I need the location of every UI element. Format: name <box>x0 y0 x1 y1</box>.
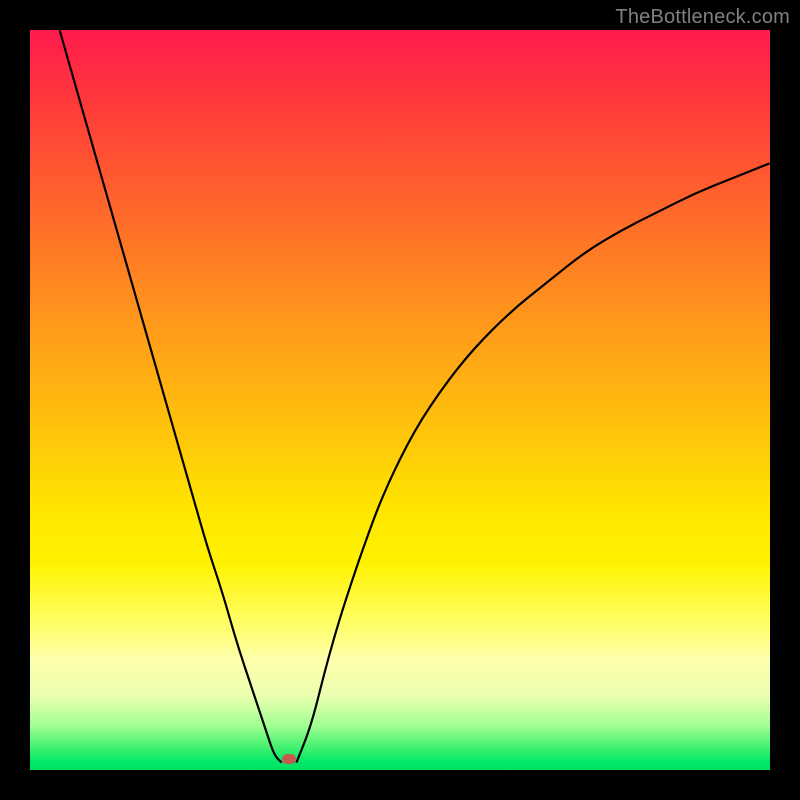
watermark-text: TheBottleneck.com <box>615 6 790 29</box>
chart-container: TheBottleneck.com <box>0 0 800 800</box>
minimum-marker <box>282 754 296 764</box>
plot-area <box>30 30 770 770</box>
curve-svg <box>30 30 770 770</box>
curve-right-branch <box>296 163 770 762</box>
curve-left-branch <box>60 30 282 763</box>
